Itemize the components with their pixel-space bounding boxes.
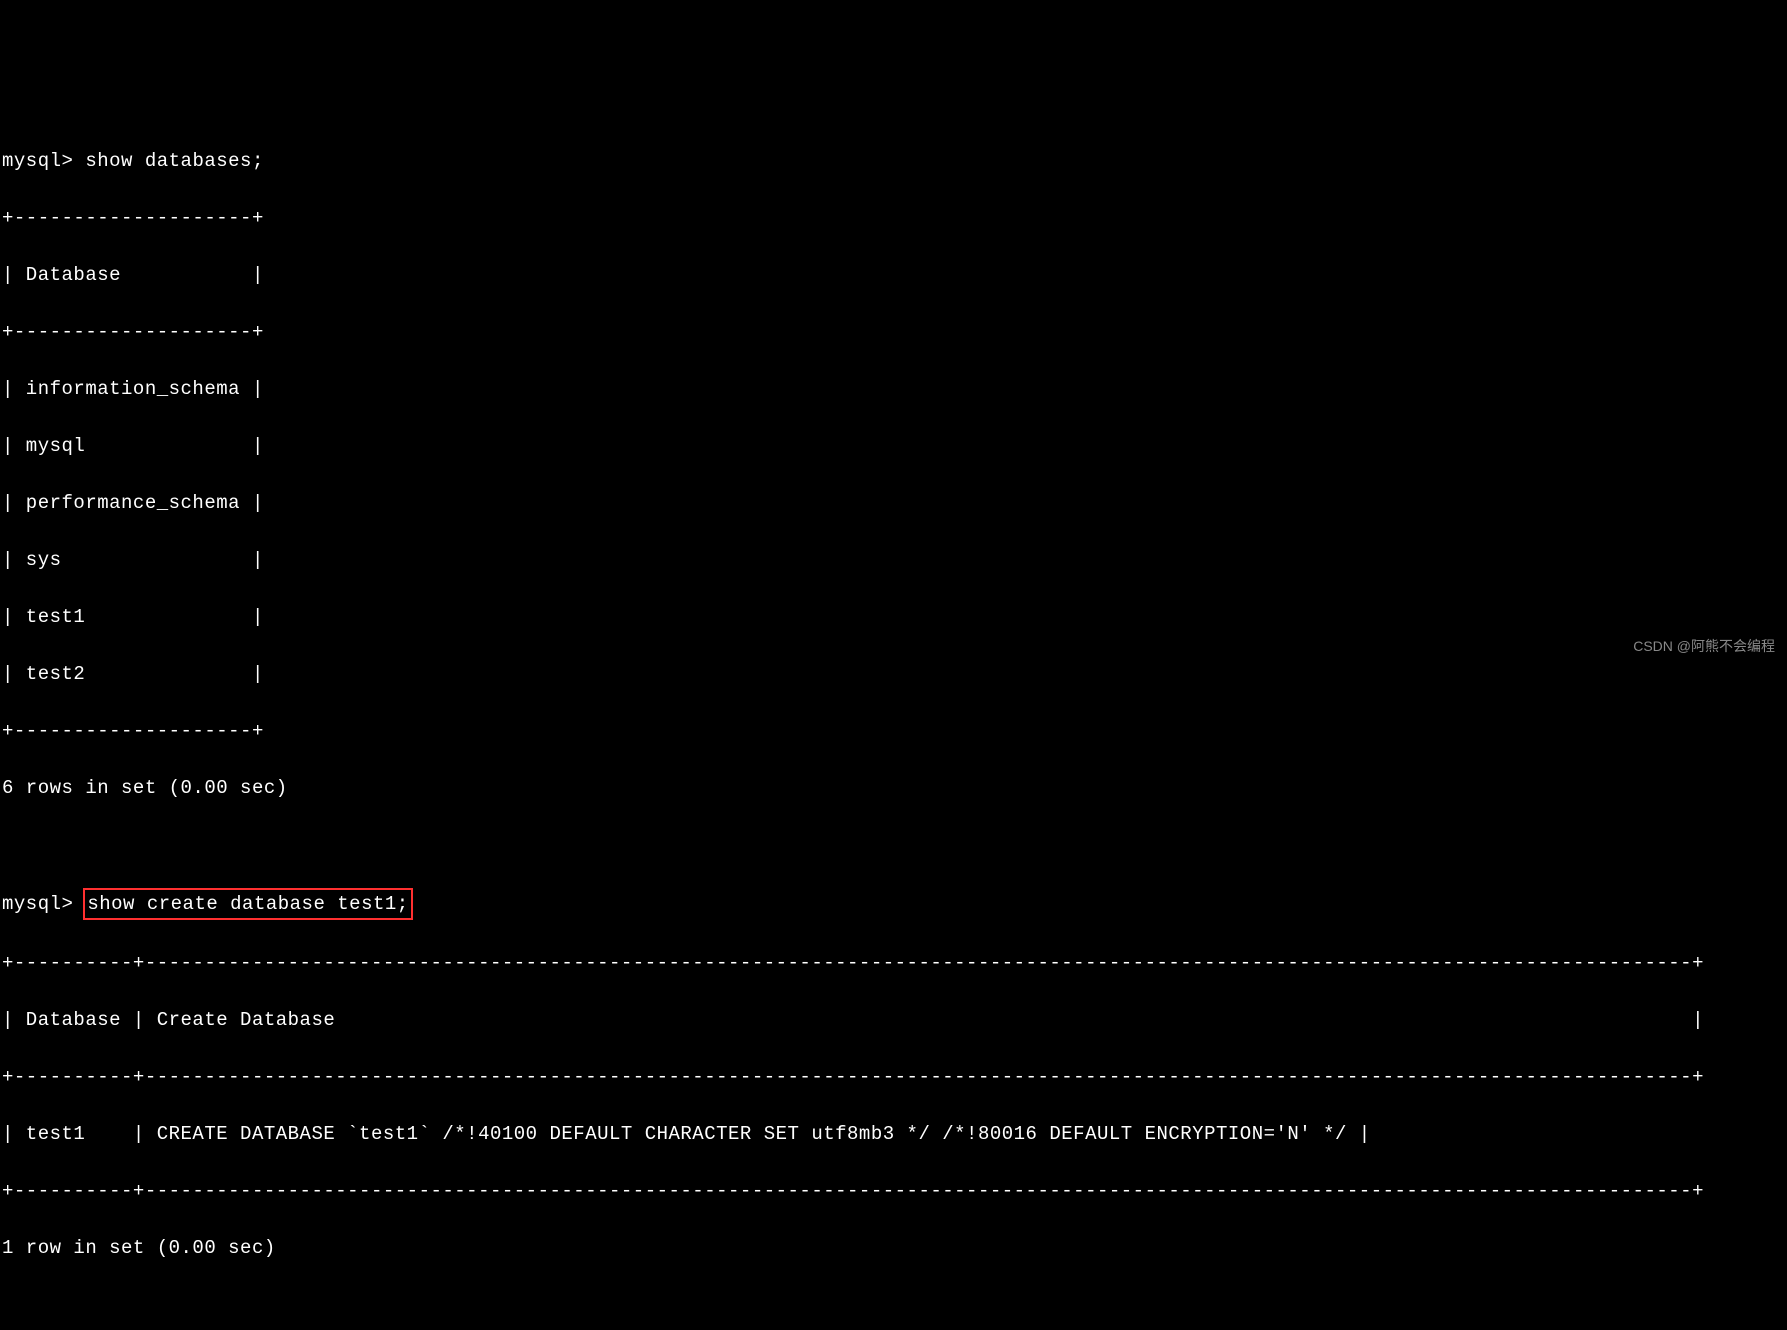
query2-border-bot: +----------+----------------------------… — [2, 1177, 1785, 1206]
prompt: mysql> — [2, 150, 85, 172]
query1-row-1: | mysql | — [2, 432, 1785, 461]
prompt: mysql> — [2, 893, 85, 915]
query2-border-top: +----------+----------------------------… — [2, 949, 1785, 978]
query2-command-highlighted: show create database test1; — [83, 888, 412, 921]
query1-row-2: | performance_schema | — [2, 489, 1785, 518]
query1-border-bot: +--------------------+ — [2, 717, 1785, 746]
query1-row-4: | test1 | — [2, 603, 1785, 632]
query2-result: 1 row in set (0.00 sec) — [2, 1234, 1785, 1263]
query1-command: show databases; — [85, 150, 264, 172]
query1-header: | Database | — [2, 261, 1785, 290]
query2-row-0: | test1 | CREATE DATABASE `test1` /*!401… — [2, 1120, 1785, 1149]
watermark: CSDN @阿熊不会编程 — [1633, 636, 1775, 657]
query2-header: | Database | Create Database | — [2, 1006, 1785, 1035]
terminal-output: mysql> show databases; +----------------… — [2, 118, 1785, 1291]
query1-border-top: +--------------------+ — [2, 204, 1785, 233]
query2-prompt-line: mysql> show create database test1; — [2, 888, 1785, 921]
query2-border-mid: +----------+----------------------------… — [2, 1063, 1785, 1092]
query1-row-5: | test2 | — [2, 660, 1785, 689]
query1-prompt-line: mysql> show databases; — [2, 147, 1785, 176]
query1-row-0: | information_schema | — [2, 375, 1785, 404]
query1-border-mid: +--------------------+ — [2, 318, 1785, 347]
query1-result: 6 rows in set (0.00 sec) — [2, 774, 1785, 803]
blank-line — [2, 831, 1785, 860]
query1-row-3: | sys | — [2, 546, 1785, 575]
